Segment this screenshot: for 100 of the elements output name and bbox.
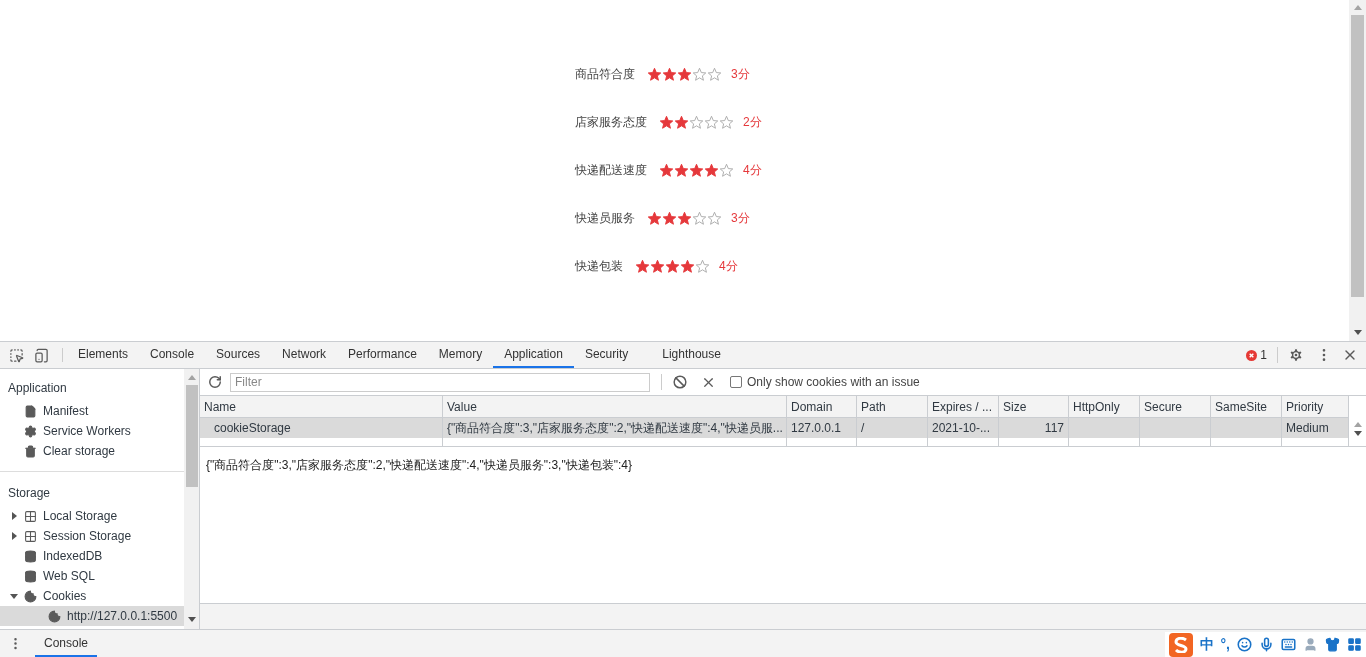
inspect-icon[interactable] [9,347,24,363]
column-header[interactable]: Size [999,396,1069,417]
page-scrollbar[interactable] [1349,0,1366,341]
star-icon[interactable] [650,258,665,274]
error-count[interactable]: 1 [1260,346,1267,364]
drawer-tab[interactable]: Console [35,630,98,657]
column-header[interactable]: Secure [1140,396,1211,417]
sidebar-item[interactable]: Session Storage [0,526,184,546]
rating-label: 商品符合度 [575,66,635,83]
scrollbar-thumb[interactable] [1351,15,1364,297]
rating-label: 快递员服务 [575,210,635,227]
rating-label: 店家服务态度 [575,114,647,131]
column-header[interactable]: SameSite [1211,396,1282,417]
ime-punctuation[interactable]: °, [1220,634,1230,655]
star-icon[interactable] [665,258,680,274]
rating-score: 4分 [743,162,762,179]
sidebar-scrollbar[interactable] [184,369,199,629]
star-icon[interactable] [647,66,662,82]
sidebar-item[interactable]: IndexedDB [0,546,184,566]
devtools-tab[interactable]: Application [493,342,574,368]
clear-icon[interactable] [673,375,687,389]
cookie-icon [48,609,61,623]
star-outline-icon[interactable] [692,210,707,226]
column-header[interactable]: Priority [1282,396,1349,417]
star-icon[interactable] [677,66,692,82]
table-cell-text: / [861,420,865,437]
sidebar-item[interactable]: Manifest [0,401,184,421]
scroll-up-icon[interactable] [187,375,196,381]
devtools-tab[interactable]: Network [271,342,338,368]
star-icon[interactable] [689,162,704,178]
devtools-tab[interactable]: Lighthouse [651,342,732,368]
scroll-down-icon[interactable] [1353,431,1362,436]
sidebar-item[interactable]: Local Storage [0,506,184,526]
devtools-tab[interactable]: Memory [427,342,494,368]
star-icon[interactable] [677,210,692,226]
star-outline-icon[interactable] [707,66,722,82]
issue-checkbox[interactable] [730,376,742,388]
column-header[interactable]: Expires / ... [928,396,999,417]
grid-icon [24,529,37,543]
ime-logo[interactable] [1168,632,1193,657]
devtools-tab[interactable]: Performance [337,342,428,368]
star-icon[interactable] [659,114,674,130]
devtools-tab[interactable]: Console [139,342,206,368]
star-icon[interactable] [680,258,695,274]
sidebar-item[interactable]: Service Workers [0,421,184,441]
star-icon[interactable] [674,114,689,130]
star-icon[interactable] [662,210,677,226]
column-header[interactable]: Domain [787,396,857,417]
column-header[interactable]: Value [443,396,787,417]
error-icon[interactable] [1246,349,1258,361]
rating-score: 3分 [731,66,750,83]
collapsed-arrow-icon[interactable] [10,512,18,520]
database-icon [24,569,37,583]
star-outline-icon[interactable] [695,258,710,274]
devtools-tab[interactable]: Elements [67,342,140,368]
table-row[interactable]: cookieStorage {"商品符合度":3,"店家服务态度":2,"快递配送速度":4,"快递员服... 127.0.0.1 / 2021-10-... 117 Medium [200,418,1349,438]
star-outline-icon[interactable] [692,66,707,82]
rating-score: 2分 [743,114,762,131]
keyboard-icon[interactable] [1281,637,1296,652]
table-cell-text: 127.0.0.1 [791,420,842,437]
star-outline-icon[interactable] [719,162,734,178]
scroll-down-icon[interactable] [1353,330,1362,336]
filter-field[interactable]: Filter [230,372,650,392]
star-outline-icon[interactable] [707,210,722,226]
sidebar-item[interactable]: http://127.0.0.1:5500 [0,606,184,626]
collapsed-arrow-icon[interactable] [10,532,18,540]
star-outline-icon[interactable] [719,114,734,130]
grid-icon[interactable] [1347,637,1362,652]
device-toolbar-icon[interactable] [34,347,49,363]
scroll-down-icon[interactable] [187,617,196,623]
expanded-arrow-icon[interactable] [10,592,18,600]
column-header[interactable]: Path [857,396,928,417]
checkbox-label[interactable]: Only show cookies with an issue [747,373,920,391]
ime-mode[interactable]: 中 [1199,634,1214,655]
user-icon[interactable] [1303,637,1318,652]
sidebar-item[interactable]: Cookies [0,586,184,606]
devtools-tab[interactable]: Sources [205,342,272,368]
shirt-icon[interactable] [1325,637,1340,652]
sidebar-item[interactable]: Clear storage [0,441,184,461]
emoji-icon[interactable] [1237,637,1252,652]
scroll-up-icon[interactable] [1353,5,1362,11]
trash-icon [24,444,37,458]
star-outline-icon[interactable] [704,114,719,130]
star-icon[interactable] [704,162,719,178]
devtools-tab[interactable]: Security [573,342,640,368]
star-icon[interactable] [674,162,689,178]
column-header[interactable]: HttpOnly [1069,396,1140,417]
star-icon[interactable] [662,66,677,82]
refresh-icon[interactable] [208,375,222,389]
star-icon[interactable] [659,162,674,178]
star-icon[interactable] [635,258,650,274]
sidebar-item[interactable]: Web SQL [0,566,184,586]
database-icon [24,549,37,563]
star-icon[interactable] [647,210,662,226]
star-outline-icon[interactable] [689,114,704,130]
column-header[interactable]: Name [200,396,443,417]
scrollbar-thumb[interactable] [185,385,198,487]
gear-icon [24,424,37,438]
microphone-icon[interactable] [1259,637,1274,652]
settings-icon[interactable] [1288,347,1304,363]
